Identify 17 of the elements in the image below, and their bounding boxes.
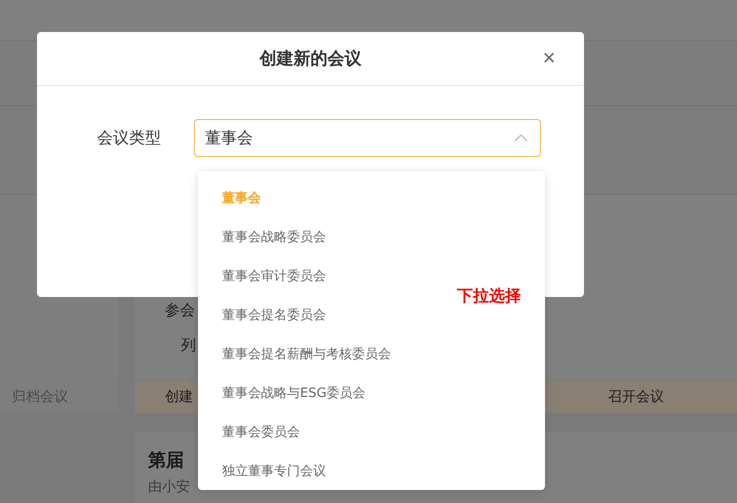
dropdown-option[interactable]: 董事会委员会 <box>198 412 320 451</box>
form-label: 列 <box>181 336 196 355</box>
close-button[interactable]: × <box>538 47 560 69</box>
dropdown-option[interactable]: 董事会战略与ESG委员会 <box>198 373 386 412</box>
dropdown-option[interactable]: 独立董事专门会议 <box>198 451 346 490</box>
annotation-label: 下拉选择 <box>457 286 521 307</box>
dropdown-option[interactable]: 董事会提名薪酬与考核委员会 <box>198 334 411 373</box>
card-subtitle: 由小安 <box>148 478 190 496</box>
card-title: 第届 <box>148 449 184 472</box>
meeting-type-select[interactable]: 董事会 <box>194 119 541 157</box>
dropdown-option[interactable]: 董事会提名委员会 <box>198 295 346 334</box>
chevron-icon <box>514 134 528 142</box>
dropdown-option[interactable]: 董事会战略委员会 <box>198 217 346 256</box>
dialog-title: 创建新的会议 <box>260 48 362 70</box>
form-label: 参会 <box>165 301 195 320</box>
dropdown-option[interactable]: 董事会审计委员会 <box>198 256 346 295</box>
field-label: 会议类型 <box>97 128 161 148</box>
